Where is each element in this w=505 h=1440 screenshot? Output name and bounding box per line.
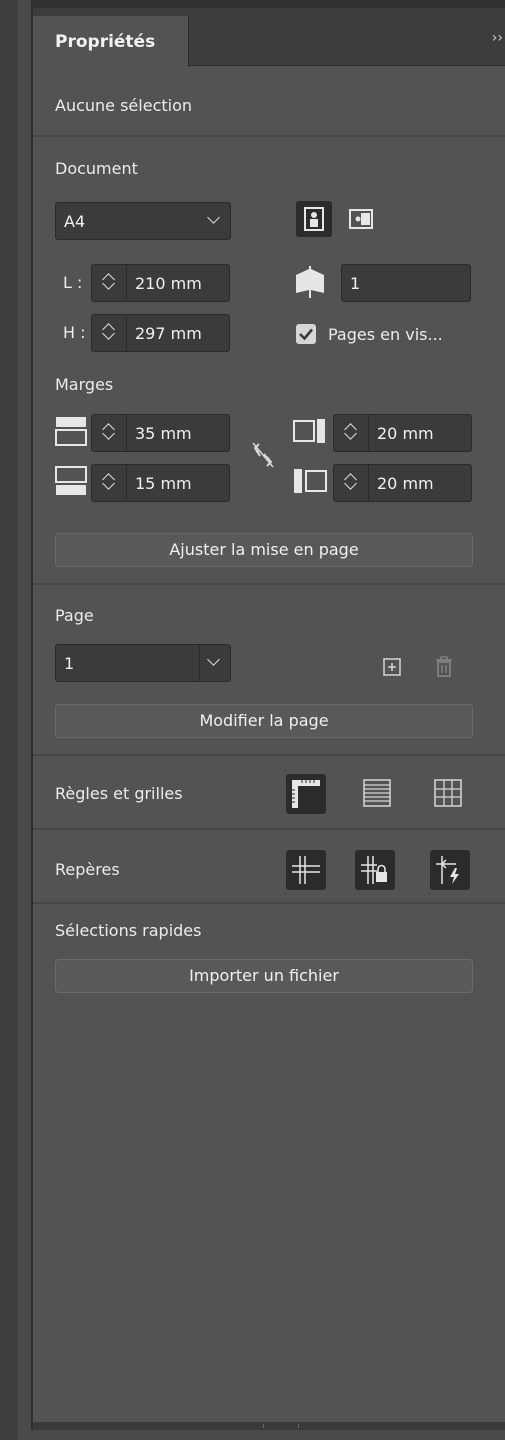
margin-bottom-stepper[interactable] <box>91 464 127 502</box>
margin-top-field[interactable]: 35 mm <box>126 414 230 452</box>
pages-count-icon <box>296 266 324 298</box>
smart-guides-button[interactable] <box>430 850 470 890</box>
facing-pages-label: Pages en vis... <box>328 325 443 344</box>
portrait-icon <box>304 207 324 231</box>
baseline-grid-icon[interactable] <box>363 779 391 807</box>
margin-bottom-icon <box>55 466 87 495</box>
adjust-layout-button[interactable]: Ajuster la mise en page <box>55 533 473 567</box>
portrait-orientation-button[interactable] <box>296 201 332 237</box>
lock-guides-icon <box>361 856 387 884</box>
margin-outside-icon <box>293 419 325 443</box>
section-title-rulers: Règles et grilles <box>55 784 183 803</box>
height-field[interactable]: 297 mm <box>126 314 230 352</box>
margin-outside-field[interactable]: 20 mm <box>368 414 472 452</box>
collapse-panel-icon[interactable]: ›› <box>492 30 503 46</box>
chevron-down-icon <box>207 653 220 666</box>
pages-count-value: 1 <box>350 274 361 293</box>
margin-bottom-field[interactable]: 15 mm <box>126 464 230 502</box>
chevron-down-icon <box>207 211 220 224</box>
width-value: 210 mm <box>135 274 202 293</box>
add-page-icon[interactable] <box>383 658 401 676</box>
margin-bottom-value: 15 mm <box>135 474 192 493</box>
section-title-margins: Marges <box>55 375 114 394</box>
smart-guides-icon <box>436 856 459 884</box>
tab-properties[interactable]: Propriétés <box>33 16 189 67</box>
divider <box>33 583 505 585</box>
page-size-value: A4 <box>64 212 86 231</box>
margin-top-value: 35 mm <box>135 424 192 443</box>
guides-icon <box>292 856 320 884</box>
page-select[interactable]: 1 <box>55 644 231 682</box>
height-stepper[interactable] <box>91 314 127 352</box>
divider <box>33 902 505 904</box>
panel-tab-bar: Propriétés ›› <box>33 8 505 67</box>
rulers-toggle-button[interactable] <box>286 774 326 814</box>
import-file-button[interactable]: Importer un fichier <box>55 959 473 993</box>
pages-count-field[interactable]: 1 <box>341 264 471 302</box>
landscape-orientation-button[interactable] <box>343 201 379 237</box>
section-title-quick-actions: Sélections rapides <box>55 921 202 940</box>
section-title-guides: Repères <box>55 860 120 879</box>
show-guides-button[interactable] <box>286 850 326 890</box>
facing-pages-checkbox[interactable] <box>296 324 316 344</box>
link-margins-icon[interactable] <box>250 440 276 470</box>
edit-page-button[interactable]: Modifier la page <box>55 704 473 738</box>
section-title-page: Page <box>55 606 94 625</box>
page-size-select[interactable]: A4 <box>55 202 231 240</box>
width-label: L : <box>63 273 83 292</box>
workspace-left-edge <box>0 0 18 1440</box>
height-value: 297 mm <box>135 324 202 343</box>
margin-inside-value: 20 mm <box>377 474 434 493</box>
margin-outside-value: 20 mm <box>377 424 434 443</box>
divider <box>33 754 505 756</box>
properties-panel: Propriétés ›› Aucune sélection Document … <box>31 0 505 1430</box>
width-stepper[interactable] <box>91 264 127 302</box>
landscape-icon <box>349 209 373 229</box>
page-select-value: 1 <box>64 654 75 673</box>
width-field[interactable]: 210 mm <box>126 264 230 302</box>
divider <box>33 828 505 830</box>
divider <box>33 135 505 137</box>
panel-footer <box>33 1422 505 1430</box>
section-title-document: Document <box>55 159 138 178</box>
margin-inside-stepper[interactable] <box>333 464 369 502</box>
resize-grip[interactable] <box>263 1424 299 1428</box>
margin-inside-field[interactable]: 20 mm <box>368 464 472 502</box>
lock-guides-button[interactable] <box>355 850 395 890</box>
ruler-icon <box>292 780 320 808</box>
document-grid-icon[interactable] <box>434 779 462 807</box>
tab-properties-label: Propriétés <box>55 32 156 52</box>
selection-status: Aucune sélection <box>55 96 193 115</box>
margin-top-icon <box>55 417 87 446</box>
margin-outside-stepper[interactable] <box>333 414 369 452</box>
delete-page-icon[interactable] <box>435 656 453 678</box>
margin-top-stepper[interactable] <box>91 414 127 452</box>
height-label: H : <box>63 323 86 342</box>
margin-inside-icon <box>294 469 327 493</box>
